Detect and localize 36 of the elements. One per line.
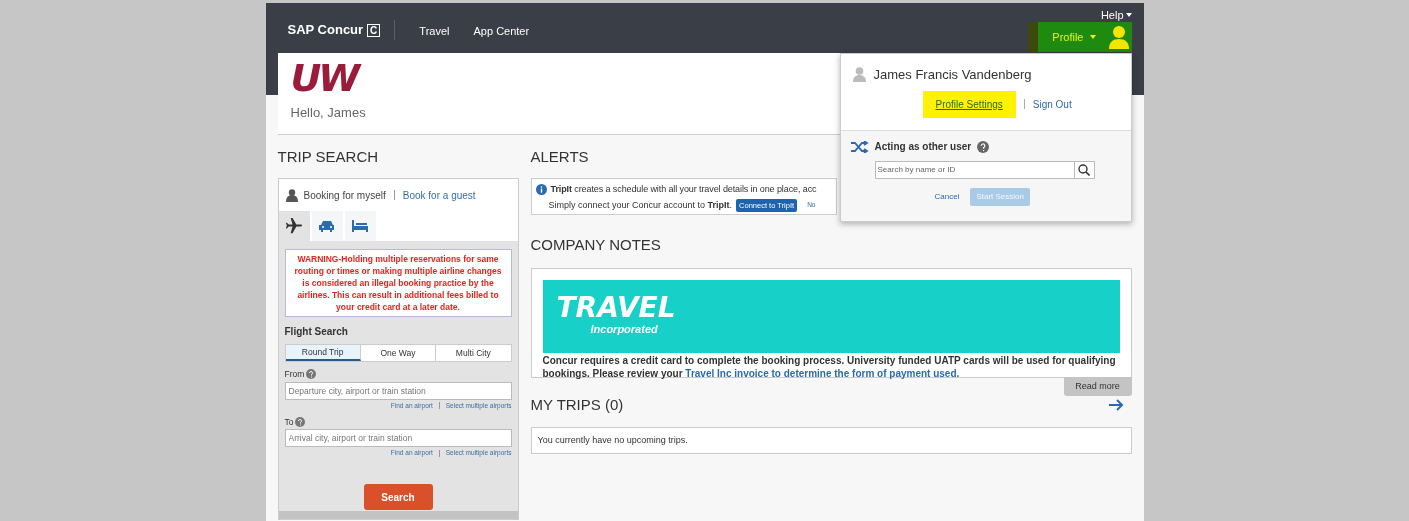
brand-name: SAP Concur bbox=[287, 21, 364, 40]
read-more-button[interactable]: Read more bbox=[1063, 377, 1132, 396]
section-title: TRIP SEARCH bbox=[277, 147, 379, 167]
sign-out-link[interactable]: Sign Out bbox=[1032, 96, 1072, 112]
banner-title: TRAVEL bbox=[556, 295, 677, 322]
search-button[interactable]: Search bbox=[363, 484, 433, 510]
guest-link[interactable]: Book for a guest bbox=[402, 187, 476, 203]
empty-trips-message: You currently have no upcoming trips. bbox=[530, 427, 1132, 454]
nav-link[interactable]: App Center bbox=[473, 23, 530, 40]
user-name: James Francis Vandenberg bbox=[873, 66, 1032, 84]
section-title: MY TRIPS (0) bbox=[530, 394, 624, 415]
nav-link[interactable]: Travel bbox=[419, 23, 450, 40]
invoice-link[interactable]: Travel Inc invoice to determine the form of payment used. bbox=[685, 368, 960, 379]
banner-subtitle: Incorporated bbox=[589, 322, 659, 338]
warning-message: WARNING-Holding multiple reservations for same routing or times or making multiple airline changes is considered an illegal booking practice by the airlines. This can result in additional fees billed to your credit card at a later date. bbox=[284, 249, 512, 317]
greeting: Hello, James bbox=[290, 104, 366, 122]
subsection-title: Flight Search bbox=[284, 325, 349, 339]
brand-mark: C bbox=[367, 23, 381, 37]
profile-settings-link[interactable]: Profile Settings bbox=[922, 90, 1016, 118]
section-title: ALERTS bbox=[530, 147, 589, 167]
university-logo: UW bbox=[290, 59, 358, 97]
section-label: Acting as other user bbox=[874, 140, 972, 154]
trip-type-tab[interactable]: Round Trip bbox=[285, 345, 361, 361]
field-label: From bbox=[284, 368, 305, 381]
cancel-link[interactable]: Cancel bbox=[934, 191, 960, 203]
text-field[interactable]: Departure city, airport or train station bbox=[284, 381, 512, 400]
booking-label: Booking for myself bbox=[303, 188, 386, 203]
help-menu[interactable]: Help bbox=[1100, 7, 1132, 24]
alert-text: Simply connect your Concur account to TripIt. bbox=[548, 198, 733, 212]
section-title: COMPANY NOTES bbox=[530, 235, 661, 255]
profile-button[interactable]: Profile bbox=[1028, 22, 1132, 52]
notes-text: Concur requires a credit card to complete the booking process. University funded UATP cards will be used for qualifying bookings. Please review your Travel Inc invoice to determine the form of payment used. bbox=[542, 354, 1117, 380]
alert-text: TripIt creates a schedule with all your travel details in one place, acc bbox=[550, 183, 817, 196]
text-field[interactable]: Arrival city, airport or train station bbox=[284, 429, 512, 448]
field-label: To bbox=[284, 415, 294, 429]
user-search-field[interactable]: Search by name or ID bbox=[874, 161, 1075, 179]
